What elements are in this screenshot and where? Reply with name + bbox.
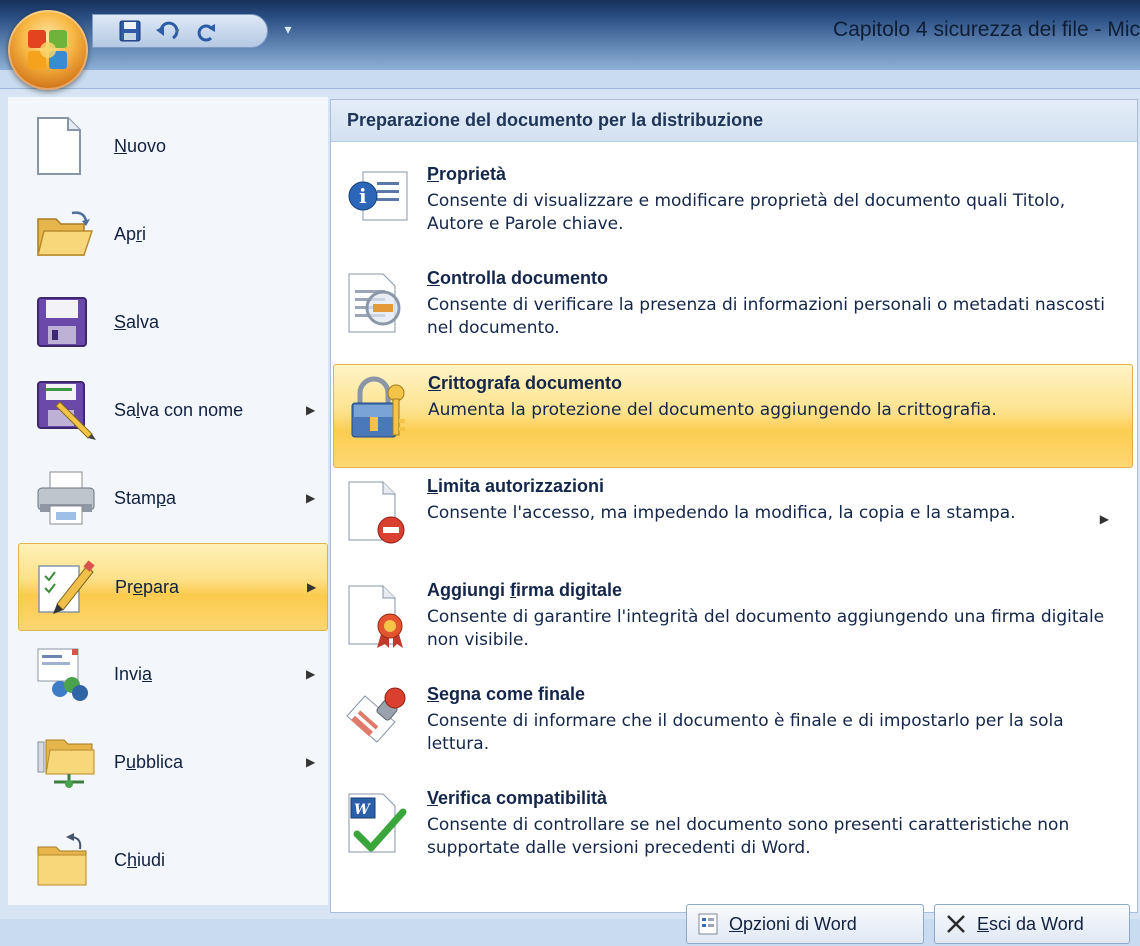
submenu-arrow-icon: ▶	[306, 403, 316, 417]
title-bar: ▾ ▾ Capitolo 4 sicurezza dei file - Mic	[0, 0, 1140, 70]
submenu-arrow-icon: ▶	[306, 755, 316, 769]
menu-item-salva[interactable]: Salva	[18, 279, 326, 365]
save-icon	[37, 297, 87, 347]
word-options-icon	[698, 913, 718, 935]
menu-item-prepara[interactable]: Prepara ▶	[18, 543, 328, 631]
option-title: Proprietà	[427, 164, 507, 184]
dropdown-arrow-icon[interactable]: ▾	[278, 16, 298, 44]
window-title: Capitolo 4 sicurezza dei file - Mic	[833, 18, 1140, 41]
office-logo-icon	[28, 30, 67, 69]
menu-item-chiudi[interactable]: Chiudi	[18, 817, 326, 903]
restrict-permission-icon	[348, 481, 405, 544]
submenu-arrow-icon: ▶	[307, 580, 317, 594]
menu-item-label: Invia	[114, 663, 153, 684]
word-options-button[interactable]: Opzioni di Word	[686, 904, 924, 944]
publish-icon	[37, 739, 95, 788]
option-limita-autorizzazioni[interactable]: Limita autorizzazioni Consente l'accesso…	[333, 468, 1133, 572]
option-title: Verifica compatibilità	[427, 788, 608, 808]
menu-item-nuovo[interactable]: Nuovo	[18, 103, 326, 189]
option-controlla-documento[interactable]: Controlla documento Consente di verifica…	[333, 260, 1133, 364]
exit-word-button[interactable]: Esci da Word	[934, 904, 1130, 944]
menu-item-label: Stampa	[114, 487, 177, 508]
option-title: Aggiungi firma digitale	[427, 580, 623, 600]
option-segna-come-finale[interactable]: Segna come finale Consente di informare …	[333, 676, 1133, 780]
option-description: Consente di visualizzare e modificare pr…	[427, 191, 1066, 234]
option-description: Aumenta la protezione del documento aggi…	[428, 400, 997, 420]
menu-item-label: Pubblica	[114, 751, 184, 772]
option-aggiungi-firma-digitale[interactable]: Aggiungi firma digitale Consente di gara…	[333, 572, 1133, 676]
send-icon	[37, 648, 88, 701]
svg-text:W: W	[354, 802, 371, 818]
lock-key-icon	[351, 376, 405, 438]
office-menu-commands: Nuovo Apri Salva Salva con nome ▶ Stampa…	[8, 97, 328, 905]
option-title: Crittografa documento	[428, 373, 623, 393]
menu-item-salva-con-nome[interactable]: Salva con nome ▶	[18, 367, 326, 453]
submenu-arrow-icon: ▶	[306, 667, 316, 681]
button-label: Opzioni di Word	[729, 913, 857, 934]
blank-document-icon	[37, 117, 81, 175]
option-description: Consente di garantire l'integrità del do…	[427, 607, 1105, 650]
compatibility-check-icon: W	[348, 793, 407, 853]
submenu-arrow-icon: ▶	[306, 491, 316, 505]
office-menu: Nuovo Apri Salva Salva con nome ▶ Stampa…	[0, 88, 1140, 919]
submenu-header: Preparazione del documento per la distri…	[331, 100, 1137, 142]
option-crittografa-documento[interactable]: Crittografa documento Aumenta la protezi…	[333, 364, 1133, 468]
open-folder-icon	[37, 211, 94, 256]
undo-icon[interactable]: ▾	[155, 18, 181, 44]
menu-item-apri[interactable]: Apri	[18, 191, 326, 277]
menu-item-label: Salva	[114, 311, 160, 332]
option-proprieta[interactable]: i Proprietà Consente di visualizzare e m…	[333, 156, 1133, 260]
prepare-pencil-icon	[38, 560, 95, 614]
quick-access-toolbar: ▾	[92, 14, 268, 48]
properties-info-icon: i	[348, 171, 408, 221]
menu-item-label: Chiudi	[114, 849, 166, 870]
option-title: Controlla documento	[427, 268, 608, 288]
close-folder-icon	[37, 833, 87, 886]
option-description: Consente di verificare la presenza di in…	[427, 295, 1105, 338]
menu-item-label: Salva con nome	[114, 399, 244, 420]
option-description: Consente di informare che il documento è…	[427, 711, 1064, 754]
option-description: Consente di controllare se nel documento…	[427, 815, 1070, 858]
digital-signature-icon	[348, 585, 403, 648]
menu-item-stampa[interactable]: Stampa ▶	[18, 455, 326, 541]
printer-icon	[37, 471, 95, 525]
menu-item-label: Apri	[114, 223, 147, 244]
menu-item-pubblica[interactable]: Pubblica ▶	[18, 719, 326, 805]
mark-final-icon	[346, 687, 406, 743]
button-label: Esci da Word	[977, 913, 1084, 934]
menu-item-invia[interactable]: Invia ▶	[18, 631, 326, 717]
option-title: Segna come finale	[427, 684, 586, 704]
save-as-icon	[37, 381, 96, 440]
submenu-arrow-icon: ▶	[1099, 512, 1109, 526]
inspect-document-icon	[348, 273, 401, 333]
option-title: Limita autorizzazioni	[427, 476, 605, 496]
option-verifica-compatibilita[interactable]: W Verifica compatibilità Consente di con…	[333, 780, 1133, 884]
svg-text:▾: ▾	[175, 27, 180, 37]
menu-item-label: Nuovo	[114, 135, 167, 156]
office-button[interactable]	[8, 10, 88, 90]
redo-icon[interactable]	[193, 18, 219, 44]
svg-text:i: i	[359, 184, 367, 208]
prepare-submenu: Preparazione del documento per la distri…	[330, 99, 1138, 913]
option-description: Consente l'accesso, ma impedendo la modi…	[427, 503, 1016, 523]
menu-item-label: Prepara	[115, 576, 180, 597]
close-x-icon	[947, 915, 965, 933]
save-icon[interactable]	[117, 18, 143, 44]
